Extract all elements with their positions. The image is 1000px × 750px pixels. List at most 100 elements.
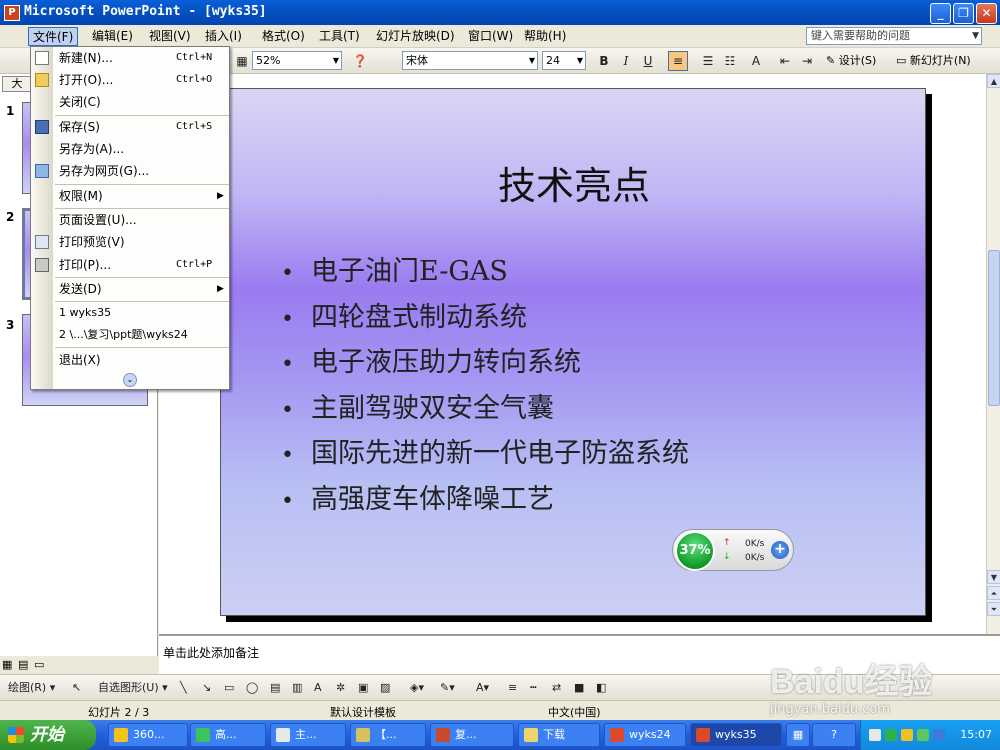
3d-style-icon[interactable]: ◧ <box>596 679 606 697</box>
line-style-icon[interactable]: ≡ <box>508 679 517 697</box>
textbox-icon[interactable]: ▤ <box>270 679 280 697</box>
taskbar-item[interactable]: 【... <box>350 723 426 747</box>
volume-icon[interactable] <box>933 729 945 741</box>
menu-edit[interactable]: 编辑(E) <box>88 27 137 46</box>
powerpoint-icon[interactable]: P <box>4 5 20 21</box>
menu-file[interactable]: 文件(F) <box>28 27 79 46</box>
autoshapes-button[interactable]: 自选图形(U) ▾ <box>98 679 168 697</box>
arrow-icon[interactable]: ↘ <box>202 679 211 697</box>
fill-color-icon[interactable]: ◈▾ <box>410 679 424 697</box>
chevron-down-icon[interactable]: ▼ <box>333 52 339 69</box>
vertical-scrollbar[interactable]: ▲ ▼ ⏶ ⏷ <box>986 74 1000 634</box>
antivirus-icon[interactable] <box>901 729 913 741</box>
taskbar-item[interactable]: 主... <box>270 723 346 747</box>
help-search-input[interactable]: 键入需要帮助的问题 ▼ <box>806 27 982 45</box>
menu-window[interactable]: 窗口(W) <box>464 27 517 46</box>
bullet-item[interactable]: • 四轮盘式制动系统 <box>281 295 689 341</box>
help-icon[interactable]: ❓ <box>350 51 370 71</box>
scroll-up-icon[interactable]: ▲ <box>987 74 1000 88</box>
rectangle-icon[interactable]: ▭ <box>224 679 234 697</box>
network-icon[interactable] <box>869 729 881 741</box>
scroll-down-icon[interactable]: ▼ <box>987 570 1000 584</box>
bullet-item[interactable]: • 主副驾驶双安全气囊 <box>281 386 689 432</box>
diagram-icon[interactable]: ✲ <box>336 679 345 697</box>
bullet-item[interactable]: • 电子油门E-GAS <box>281 249 689 295</box>
taskbar-item[interactable]: 复... <box>430 723 514 747</box>
help-icon[interactable]: ? <box>812 723 856 747</box>
chevron-down-icon[interactable]: ▼ <box>972 28 979 44</box>
menu-item-send[interactable]: 发送(D) ▶ <box>31 278 231 300</box>
wordart-icon[interactable]: A <box>314 679 322 697</box>
menu-item-save-as-web[interactable]: 另存为网页(G)... <box>31 160 231 182</box>
bullet-item[interactable]: • 高强度车体降噪工艺 <box>281 477 689 523</box>
slide-title[interactable]: 技术亮点 <box>221 155 927 210</box>
taskbar-item[interactable]: wyks24 <box>604 723 686 747</box>
vertical-textbox-icon[interactable]: ▥ <box>292 679 302 697</box>
menu-item-exit[interactable]: 退出(X) <box>31 349 231 371</box>
start-button[interactable]: 开始 <box>0 720 96 750</box>
menu-format[interactable]: 格式(O) <box>258 27 309 46</box>
scrollbar-thumb[interactable] <box>988 250 1000 406</box>
bold-button[interactable]: B <box>594 51 614 71</box>
menu-item-print-preview[interactable]: 打印预览(V) <box>31 231 231 253</box>
underline-button[interactable]: U <box>638 51 658 71</box>
taskbar-item[interactable]: 高... <box>190 723 266 747</box>
keyboard-icon[interactable]: ▦ <box>786 723 810 747</box>
design-button[interactable]: ✎ 设计(S) <box>826 52 876 70</box>
menu-item-save[interactable]: 保存(S) Ctrl+S <box>31 116 231 138</box>
select-pointer-icon[interactable]: ↖ <box>72 679 81 697</box>
bulleted-list-icon[interactable]: ☷ <box>720 51 740 71</box>
menu-item-new[interactable]: 新建(N)... Ctrl+N <box>31 47 231 69</box>
expand-menu-icon[interactable]: ⌄ <box>123 373 137 387</box>
font-size-select[interactable]: 24 ▼ <box>542 51 586 70</box>
align-left-icon[interactable]: ≡ <box>668 51 688 71</box>
font-name-select[interactable]: 宋体 ▼ <box>402 51 538 70</box>
oval-icon[interactable]: ◯ <box>246 679 258 697</box>
restore-button[interactable]: ❐ <box>953 3 974 24</box>
menu-item-save-as[interactable]: 另存为(A)... <box>31 138 231 160</box>
menu-item-permission[interactable]: 权限(M) ▶ <box>31 185 231 207</box>
slide-sorter-icon[interactable]: ▤ <box>18 658 28 671</box>
minimize-button[interactable]: _ <box>930 3 951 24</box>
increase-indent-icon[interactable]: ⇥ <box>797 51 817 71</box>
menu-view[interactable]: 视图(V) <box>145 27 195 46</box>
dash-style-icon[interactable]: ┅ <box>530 679 537 697</box>
menu-item-close[interactable]: 关闭(C) <box>31 91 231 113</box>
chevron-down-icon[interactable]: ▼ <box>577 52 583 69</box>
numbered-list-icon[interactable]: ☰ <box>698 51 718 71</box>
menu-item-recent-2[interactable]: 2 \...\复习\ppt题\wyks24 <box>31 324 231 346</box>
zoom-select[interactable]: 52% ▼ <box>252 51 342 70</box>
menu-item-page-setup[interactable]: 页面设置(U)... <box>31 209 231 231</box>
previous-slide-icon[interactable]: ⏶ <box>987 586 1000 600</box>
plus-icon[interactable]: + <box>771 541 789 559</box>
menu-tools[interactable]: 工具(T) <box>315 27 364 46</box>
tab-outline[interactable]: 大 <box>2 76 32 92</box>
bullet-item[interactable]: • 电子液压助力转向系统 <box>281 340 689 386</box>
line-color-icon[interactable]: ✎▾ <box>440 679 455 697</box>
bullet-list[interactable]: • 电子油门E-GAS • 四轮盘式制动系统 • 电子液压助力转向系统 • 主副驾驶双安… <box>281 249 689 522</box>
font-color-icon[interactable]: A▾ <box>476 679 489 697</box>
menu-insert[interactable]: 插入(I) <box>201 27 246 46</box>
new-slide-button[interactable]: ▭ 新幻灯片(N) <box>896 52 971 70</box>
taskbar-item[interactable]: 360... <box>108 723 188 747</box>
notes-pane[interactable]: 单击此处添加备注 <box>159 634 1000 674</box>
shield-icon[interactable] <box>917 729 929 741</box>
slideshow-icon[interactable]: ▭ <box>34 658 44 671</box>
draw-menu-button[interactable]: 绘图(R) ▾ <box>8 679 55 697</box>
grid-icon[interactable]: ▦ <box>232 51 252 71</box>
decrease-indent-icon[interactable]: ⇤ <box>775 51 795 71</box>
menu-item-recent-1[interactable]: 1 wyks35 <box>31 302 231 324</box>
normal-view-icon[interactable]: ▦ <box>2 658 12 671</box>
menu-item-open[interactable]: 打开(O)... Ctrl+O <box>31 69 231 91</box>
clipart-icon[interactable]: ▣ <box>358 679 368 697</box>
italic-button[interactable]: I <box>616 51 636 71</box>
taskbar-item-active[interactable]: wyks35 <box>690 723 782 747</box>
next-slide-icon[interactable]: ⏷ <box>987 602 1000 616</box>
menu-slideshow[interactable]: 幻灯片放映(D) <box>372 27 459 46</box>
menu-help[interactable]: 帮助(H) <box>520 27 570 46</box>
arrow-style-icon[interactable]: ⇄ <box>552 679 561 697</box>
network-speed-widget[interactable]: 37% ↑ ↓ 0K/s 0K/s + <box>672 529 794 571</box>
picture-icon[interactable]: ▨ <box>380 679 390 697</box>
shadow-icon[interactable]: ■ <box>574 679 584 697</box>
menu-item-print[interactable]: 打印(P)... Ctrl+P <box>31 254 231 276</box>
